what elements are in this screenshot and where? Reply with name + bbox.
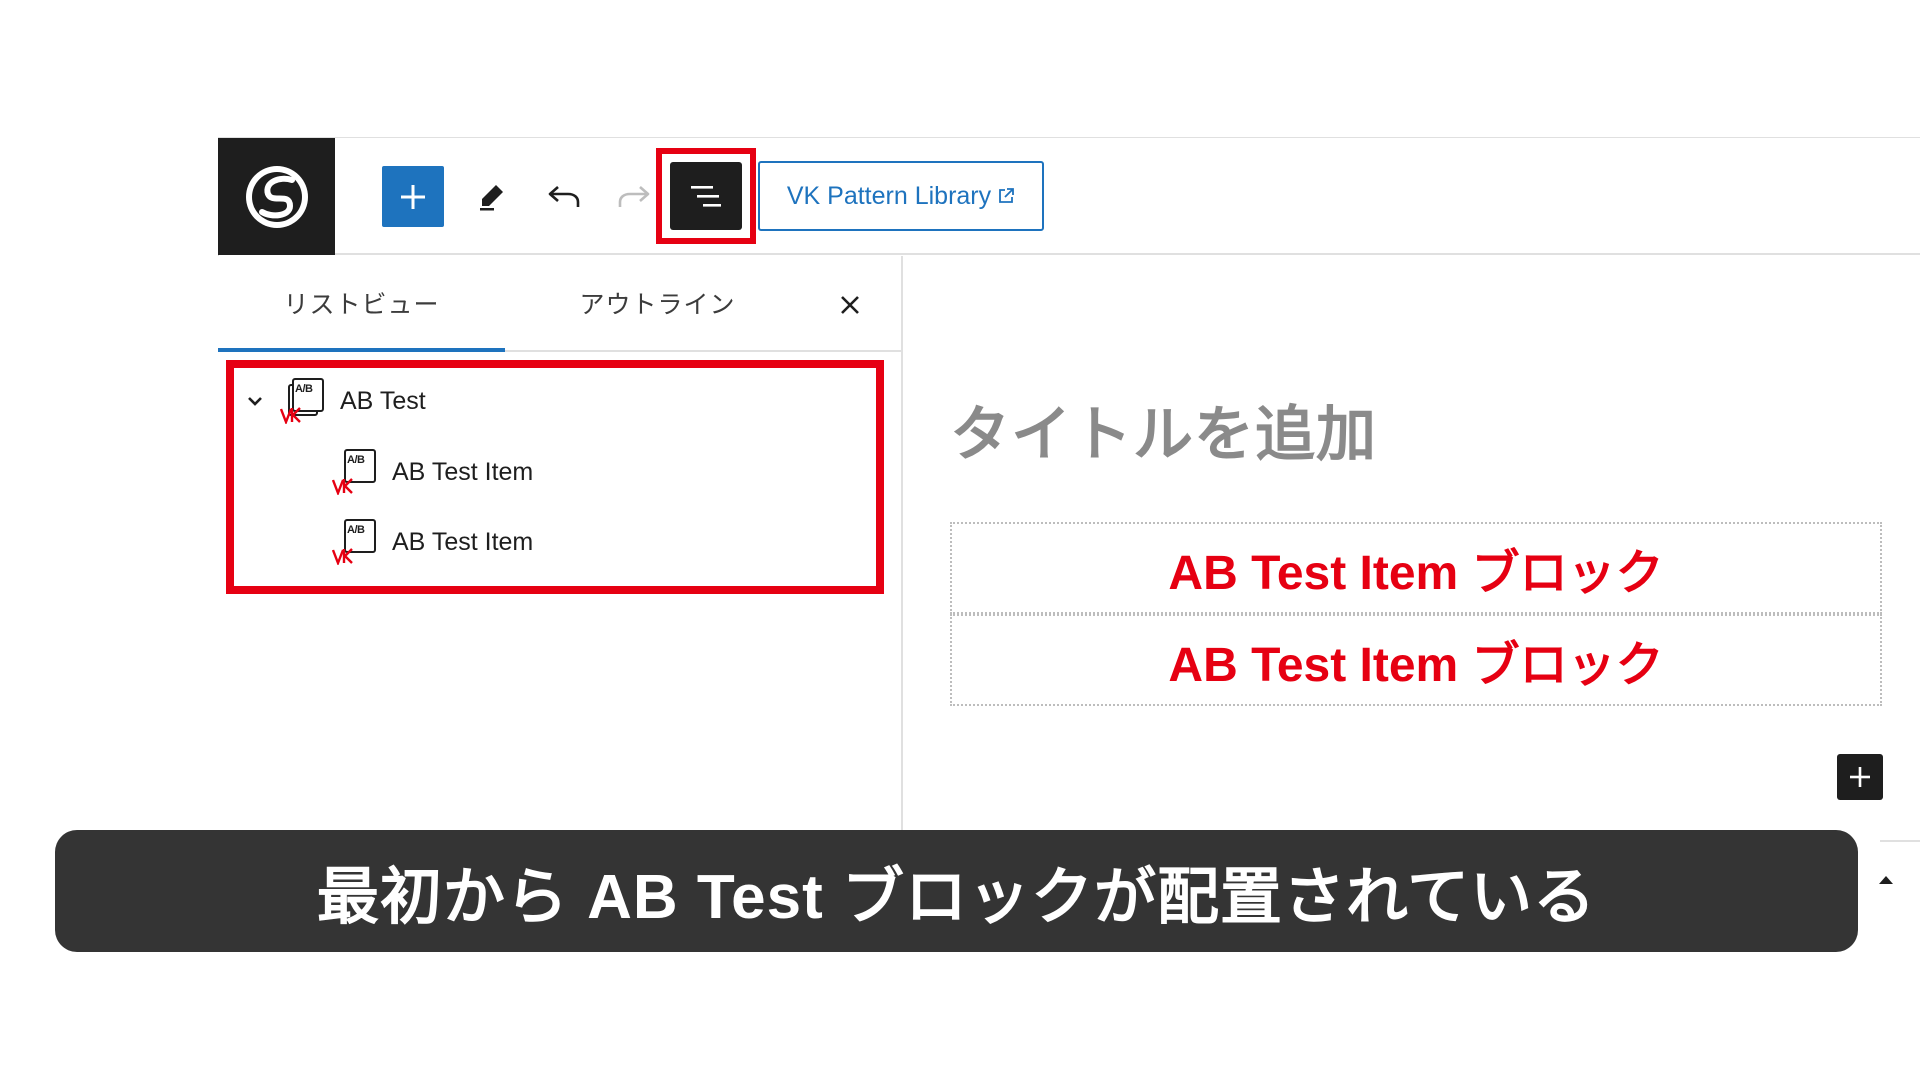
chevron-down-icon[interactable] — [244, 395, 266, 407]
ab-test-icon: A/B — [280, 378, 324, 424]
list-item-ab-test-item[interactable]: A/B AB Test Item — [332, 447, 533, 497]
close-panel-button[interactable] — [828, 283, 872, 327]
list-item-label: AB Test Item — [392, 457, 534, 486]
footer-divider — [1880, 840, 1920, 842]
caption-banner: 最初から AB Test ブロックが配置されている — [55, 830, 1858, 952]
ab-test-item-icon: A/B — [332, 519, 376, 565]
vk-pattern-library-button[interactable]: VK Pattern Library — [758, 161, 1044, 231]
undo-icon — [548, 186, 580, 207]
list-item-label: AB Test Item — [392, 527, 534, 556]
list-item-label: AB Test — [340, 386, 426, 415]
close-icon — [841, 296, 859, 314]
pencil-icon — [480, 185, 503, 211]
pattern-library-label: VK Pattern Library — [786, 181, 992, 210]
post-title-placeholder[interactable]: タイトルを追加 — [950, 386, 1377, 473]
list-view-icon — [691, 186, 721, 207]
undo-button[interactable] — [536, 168, 592, 224]
active-tab-indicator — [218, 348, 505, 352]
ab-test-item-block[interactable]: AB Test Item ブロック — [950, 614, 1882, 706]
block-inserter-button[interactable] — [382, 166, 444, 227]
caret-up-icon — [1879, 876, 1893, 884]
list-item-ab-test-item[interactable]: A/B AB Test Item — [332, 517, 533, 567]
toolbar-divider — [218, 253, 1920, 255]
redo-button[interactable] — [606, 168, 662, 224]
tab-list-view-label: リストビュー — [283, 291, 440, 319]
list-item-ab-test[interactable]: A/B AB Test — [244, 376, 426, 426]
site-logo-icon — [245, 165, 308, 228]
tab-outline[interactable]: アウトライン — [505, 256, 810, 350]
ab-test-item-block[interactable]: AB Test Item ブロック — [950, 522, 1882, 614]
tab-list-view[interactable]: リストビュー — [218, 256, 505, 352]
collapse-arrow-button[interactable] — [1877, 872, 1895, 890]
ab-test-item-icon: A/B — [332, 449, 376, 495]
external-link-icon — [999, 188, 1015, 203]
site-logo-button[interactable] — [218, 138, 335, 255]
list-view-button[interactable] — [670, 162, 742, 230]
tab-outline-label: アウトライン — [579, 291, 736, 319]
tools-button[interactable] — [464, 168, 520, 224]
panel-tab-bar: リストビュー アウトライン — [218, 256, 901, 352]
plus-icon — [1850, 767, 1870, 787]
block-appender-button[interactable] — [1837, 754, 1883, 800]
plus-icon — [401, 184, 425, 209]
redo-icon — [618, 186, 650, 207]
